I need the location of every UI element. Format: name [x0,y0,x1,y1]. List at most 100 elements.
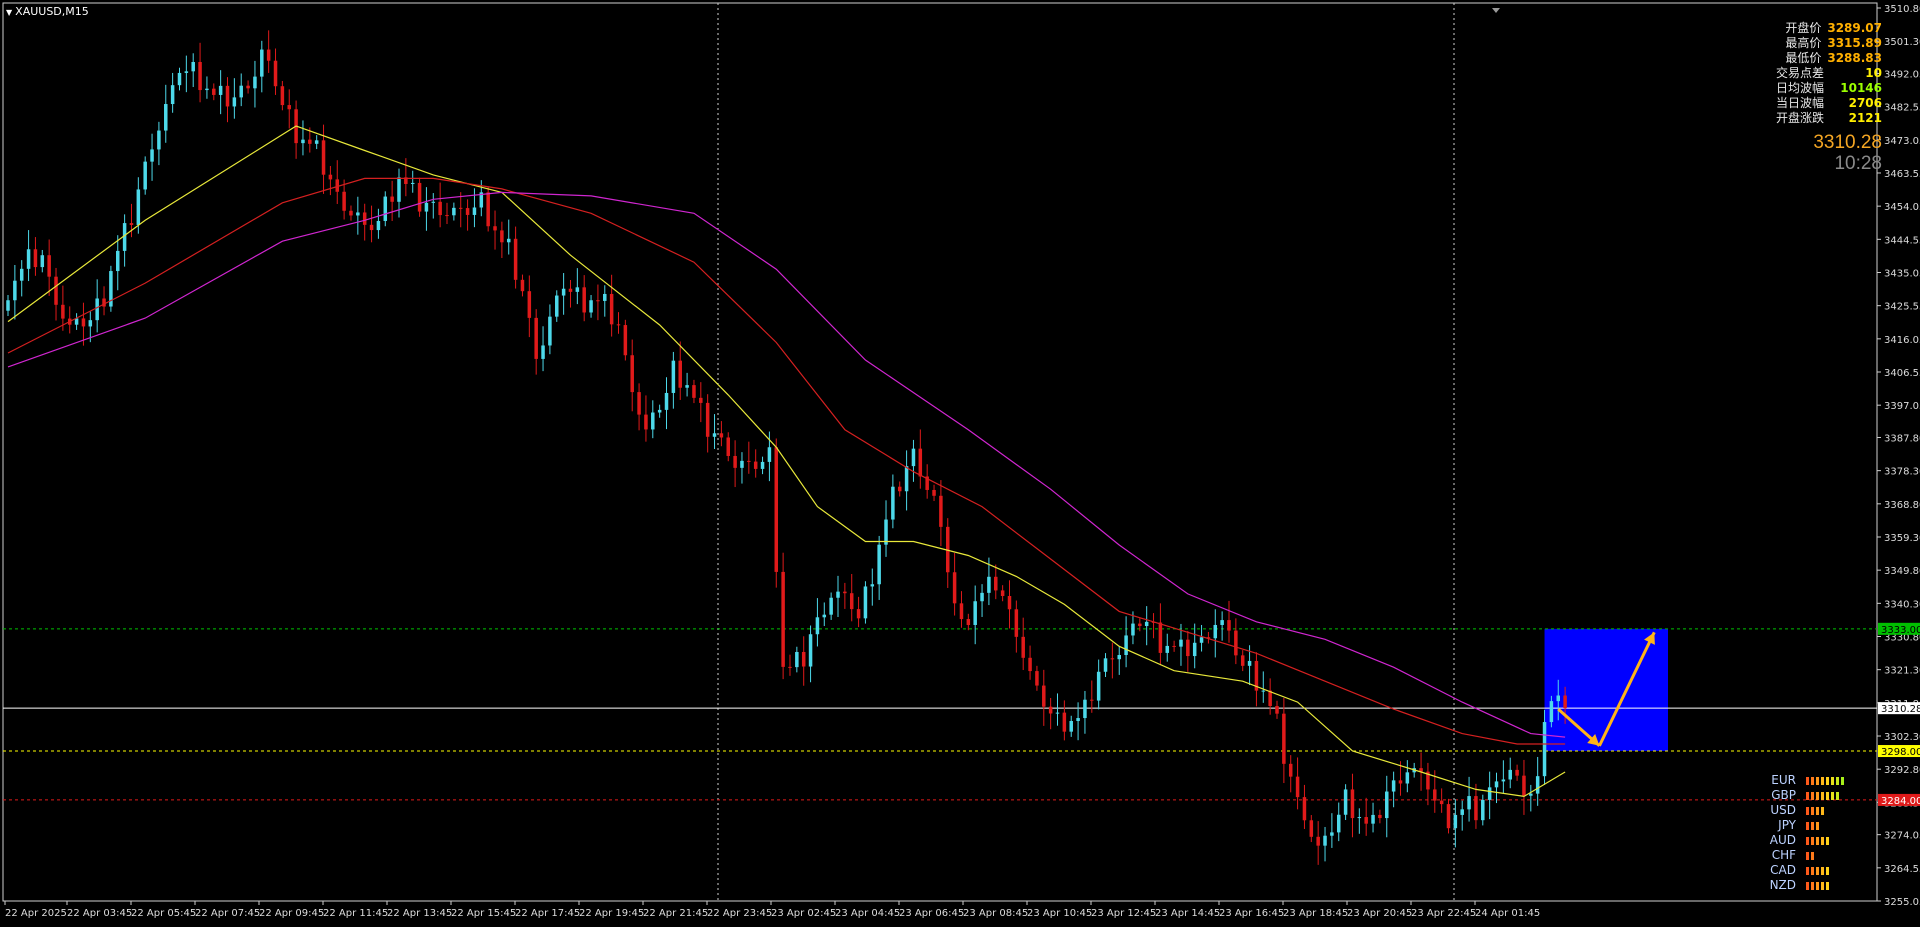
x-tick-label: 22 Apr 17:45 [515,908,580,919]
candle-body [1048,706,1053,714]
candle-body [150,149,154,162]
chart-window[interactable]: 3510.80 3501.30 3492.05 3482.55 3473.05 3463.… [0,0,1920,927]
strength-bar [1806,836,1809,845]
candle-body [726,437,730,456]
candle-body [651,412,655,430]
candle-body [1158,622,1163,653]
candle-body [699,397,703,403]
candle-body [383,196,388,221]
candle-body [424,202,429,212]
candle-body [1138,623,1142,627]
strength-bar [1821,881,1824,890]
candle-body [1309,820,1314,837]
currency-code: JPY [1778,818,1796,832]
strength-bar [1806,851,1809,860]
candle-body [1378,814,1382,819]
price-level-label: 3310.28 [1881,704,1920,715]
candle-body [692,385,696,398]
y-tick-label: 3292.80 [1884,765,1920,776]
strength-bar [1826,866,1829,875]
candle-body [1055,712,1060,714]
strength-bar [1816,836,1819,845]
strength-bar [1806,821,1809,830]
info-value: 3289.07 [1827,21,1882,35]
candle-body [657,409,662,413]
y-tick-label: 3302.30 [1884,732,1920,743]
candle-body [301,139,305,144]
y-tick-label: 3255.05 [1884,897,1920,908]
x-tick-label: 23 Apr 04:45 [835,908,900,919]
dropdown-triangle-icon[interactable]: ▼ [6,8,12,17]
candle-body [129,223,134,225]
candle-body [1487,787,1492,800]
candle-body [1199,637,1204,643]
x-tick-label: 22 Apr 03:45 [67,908,132,919]
candle-body [170,85,175,105]
candle-body [246,85,250,89]
y-tick-label: 3425.55 [1884,302,1920,313]
x-tick-label: 22 Apr 2025 [5,908,67,919]
candle-body [994,576,998,591]
candle-body [1220,620,1224,625]
currency-code: EUR [1771,773,1796,787]
currency-code: AUD [1769,833,1796,847]
candle-body [678,360,682,388]
candle-body [843,591,847,594]
candle-body [6,300,10,311]
strength-bar [1836,776,1839,785]
x-tick-label: 23 Apr 14:45 [1155,908,1220,919]
info-label: 最高价 [1785,36,1822,50]
candle-body [952,572,957,604]
candle-body [321,140,326,175]
candle-body [863,586,868,619]
candle-body [815,617,820,635]
candle-body [218,85,223,95]
strength-bar [1821,866,1824,875]
candle-body [362,212,367,225]
x-tick-label: 23 Apr 16:45 [1219,908,1284,919]
candle-body [40,255,45,268]
strength-bars [1806,806,1824,815]
symbol-title[interactable]: ▼ XAUUSD,M15 [6,5,89,18]
price-chart[interactable]: 3510.80 3501.30 3492.05 3482.55 3473.05 3463.… [0,0,1920,927]
candle-body [856,609,861,619]
x-tick-label: 24 Apr 01:45 [1475,908,1540,919]
y-tick-label: 3435.05 [1884,268,1920,279]
y-tick-label: 3359.30 [1884,533,1920,544]
candle-body [637,392,641,415]
candle-body [575,287,580,292]
candle-body [95,298,99,321]
currency-code: CAD [1770,863,1796,877]
strength-row: USD [1762,803,1844,818]
candle-body [452,207,456,216]
candle-body [1282,713,1286,764]
candle-body [266,49,271,61]
candle-body [705,402,710,437]
y-tick-label: 3406.55 [1884,368,1920,379]
candle-body [314,140,319,144]
candle-body [870,584,875,587]
info-row: 最高价 3315.89 [1776,36,1882,51]
strength-bar [1811,836,1814,845]
y-tick-label: 3340.30 [1884,599,1920,610]
x-tick-label: 22 Apr 11:45 [323,908,388,919]
symbol-label: XAUUSD,M15 [15,5,89,18]
candle-body [685,385,689,388]
candle-body [54,276,58,305]
candle-body [458,207,463,209]
chart-shift-marker-icon [1492,8,1500,13]
candle-body [417,182,422,212]
candle-body [191,62,195,72]
candle-body [1522,775,1526,796]
candle-body [568,288,573,292]
strength-bar [1811,806,1814,815]
candle-body [1391,780,1396,792]
strength-bar [1816,791,1819,800]
info-value: 2121 [1848,111,1882,125]
candle-body [897,486,902,492]
candle-body [623,325,628,356]
x-tick-label: 22 Apr 05:45 [131,908,196,919]
candle-body [33,249,38,268]
candle-body [609,293,614,325]
candle-body [733,455,737,468]
